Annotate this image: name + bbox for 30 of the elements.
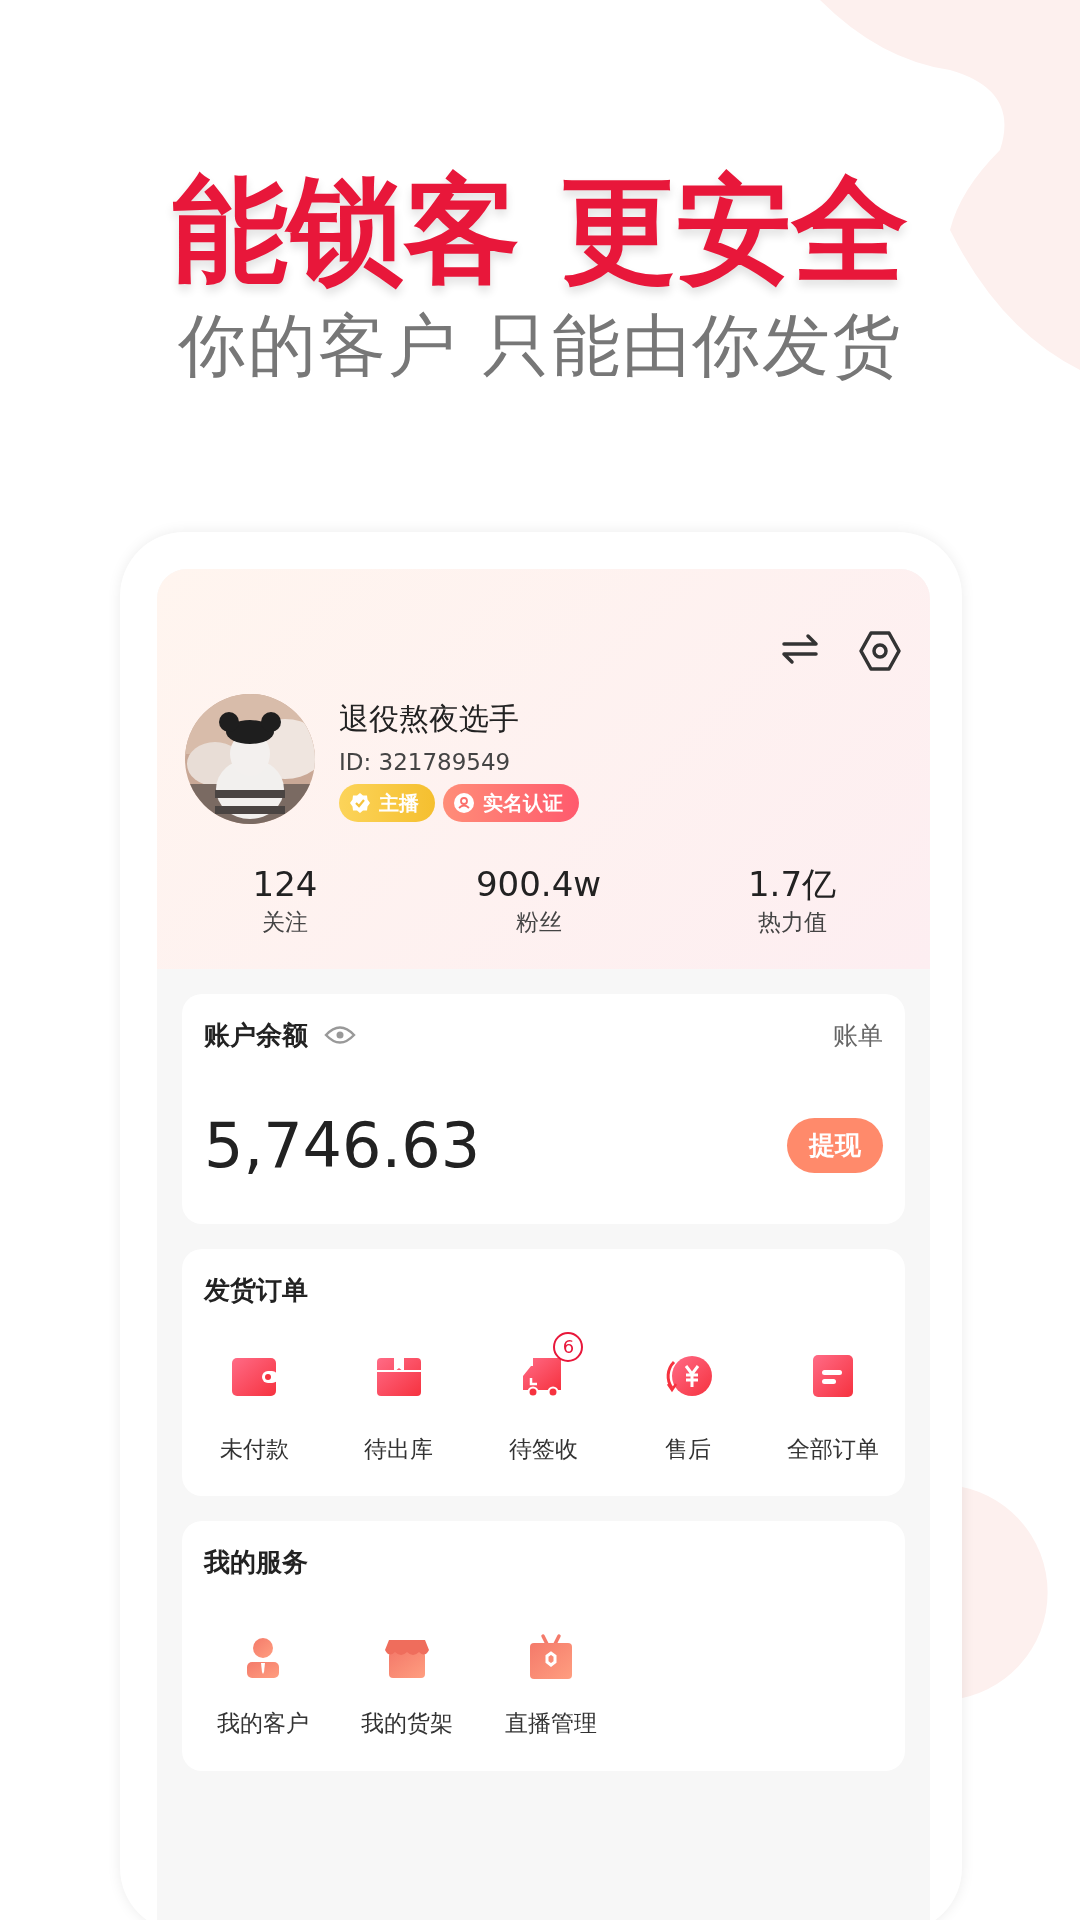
menu-label[interactable]: 待出库 [364,1431,434,1467]
balance-amount: 5,746.63 [204,1107,481,1184]
badge-label: 实名认证 [483,789,563,817]
stat-label: 关注 [262,907,308,937]
settings-icon[interactable] [858,628,902,673]
menu-label[interactable]: 全部订单 [786,1431,879,1467]
balance-title: 账户余额 [204,1018,308,1052]
menu-label[interactable]: 我的货架 [361,1706,453,1741]
stat-value: 900.4w [475,863,602,905]
eye-icon[interactable] [324,1024,356,1047]
menu-label[interactable]: 未付款 [219,1431,289,1467]
verified-icon [349,791,371,814]
subheadline: 你的客户 只能由你发货 [178,305,902,387]
bill-link[interactable]: 账单 [833,1016,883,1055]
stat-label: 热力值 [757,907,827,937]
headline: 能锁客 更安全 [171,161,909,299]
section-title: 我的服务 [204,1546,309,1580]
user-id: ID: 321789549 [339,748,512,778]
stat-label: 粉丝 [515,907,562,937]
menu-label[interactable]: 售后 [665,1431,712,1467]
section-title: 发货订单 [204,1273,309,1307]
menu-label[interactable]: 我的客户 [217,1706,309,1741]
count-badge: 6 [553,1331,584,1362]
user-name: 退役熬夜选手 [339,700,520,739]
menu-label[interactable]: 直播管理 [505,1706,597,1741]
person-icon [453,791,475,814]
stat-value: 1.7亿 [747,863,837,905]
menu-label[interactable]: 待签收 [509,1431,578,1467]
badge-label: 主播 [379,789,419,817]
stat-value: 124 [252,863,318,905]
